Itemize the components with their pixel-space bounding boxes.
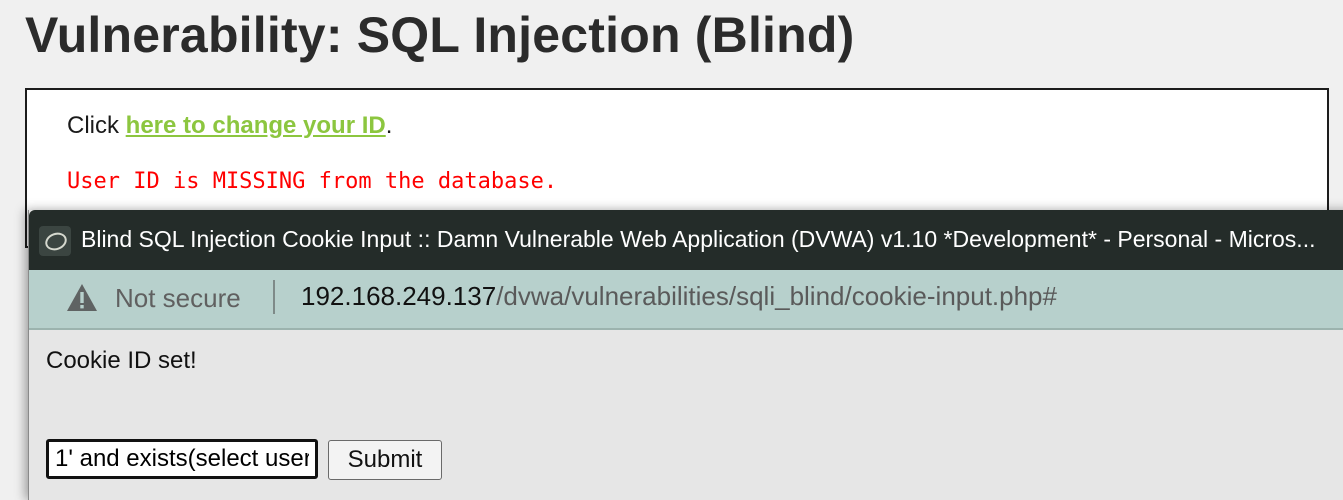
url-host: 192.168.249.137 (301, 281, 497, 311)
cookie-status-message: Cookie ID set! (46, 347, 197, 374)
click-suffix: . (385, 112, 393, 139)
address-divider (273, 280, 275, 314)
change-id-link[interactable]: here to change your ID (126, 112, 386, 139)
result-message: User ID is MISSING from the database. (67, 169, 558, 194)
popup-window-title: Blind SQL Injection Cookie Input :: Damn… (81, 226, 1316, 252)
not-secure-label[interactable]: Not secure (115, 283, 241, 314)
cookie-input-popup-window: Blind SQL Injection Cookie Input :: Damn… (28, 210, 1343, 500)
submit-button[interactable]: Submit (328, 440, 442, 480)
address-bar[interactable]: Not secure 192.168.249.137/dvwa/vulnerab… (29, 270, 1343, 330)
change-id-line: Click here to change your ID. (67, 112, 392, 140)
page-title: Vulnerability: SQL Injection (Blind) (25, 7, 855, 63)
popup-content: Cookie ID set! Submit (29, 330, 1343, 500)
popup-titlebar: Blind SQL Injection Cookie Input :: Damn… (29, 210, 1343, 270)
click-prefix: Click (67, 112, 126, 139)
browser-app-icon (39, 226, 71, 256)
url-text[interactable]: 192.168.249.137/dvwa/vulnerabilities/sql… (301, 281, 1057, 312)
url-path: /dvwa/vulnerabilities/sqli_blind/cookie-… (496, 281, 1057, 311)
warning-icon[interactable] (65, 282, 99, 314)
cookie-id-input[interactable] (46, 439, 318, 479)
